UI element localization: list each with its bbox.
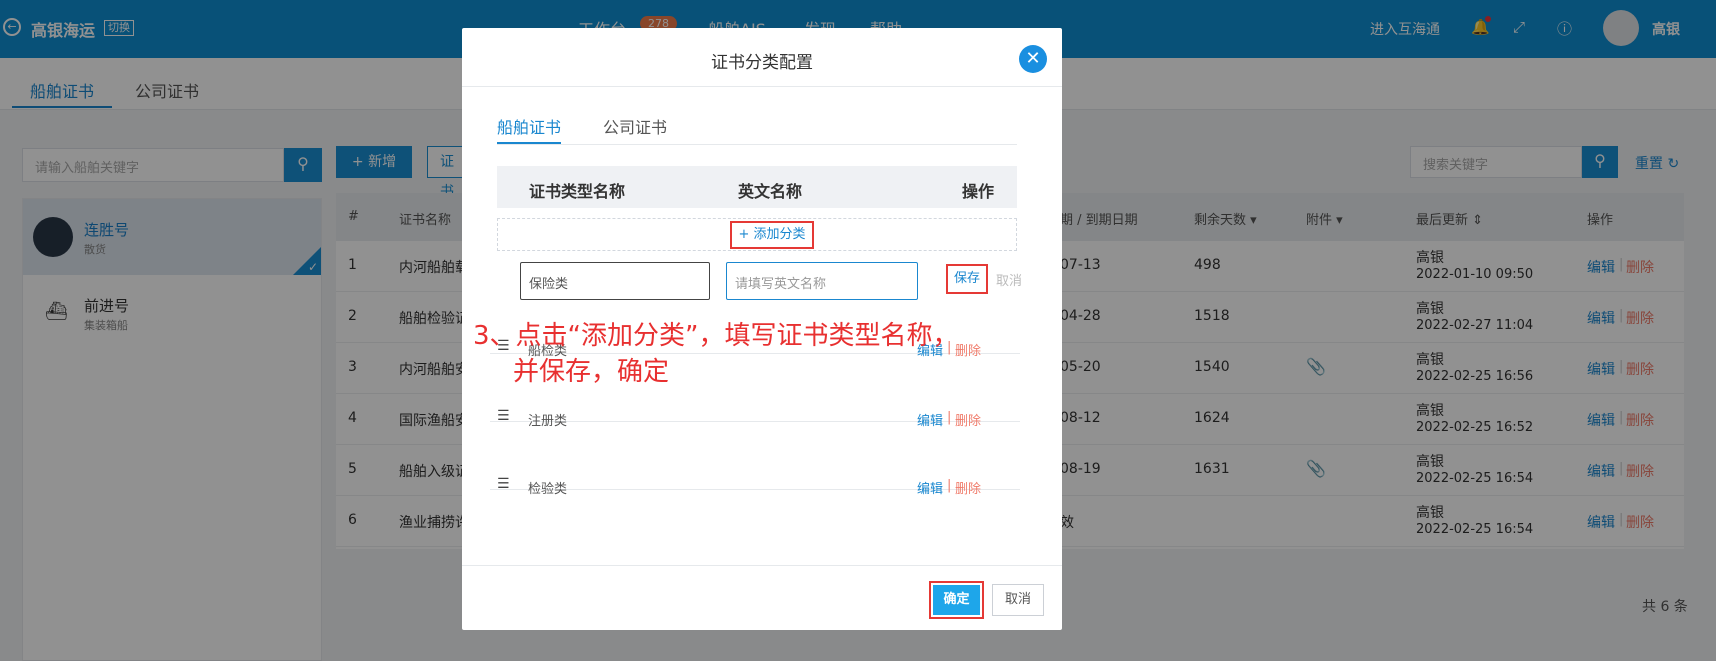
category-name: 检验类: [528, 482, 568, 497]
category-row: ☰ 检验类 编辑 | 删除: [490, 422, 1020, 497]
divider: [462, 86, 1062, 87]
active-tab-indicator: [497, 142, 561, 144]
modal-title: 证书分类配置: [711, 53, 813, 73]
tab-ship-cert[interactable]: 船舶证书: [497, 114, 561, 138]
delete-link[interactable]: 删除: [955, 478, 981, 497]
instruction-annotation: 3、点击“添加分类”，填写证书类型名称， 并保存，确定: [473, 318, 1033, 390]
col-type-name: 证书类型名称: [529, 182, 626, 201]
annotation-line-1: 3、点击“添加分类”，填写证书类型名称，: [473, 321, 959, 351]
cancel-button[interactable]: 取消: [992, 584, 1044, 616]
col-english-name: 英文名称: [738, 182, 803, 201]
add-category-button[interactable]: + 添加分类: [730, 221, 814, 249]
category-table-header: 证书类型名称 英文名称 操作: [497, 166, 1017, 208]
list-icon[interactable]: ☰: [497, 476, 510, 492]
col-actions: 操作: [962, 182, 995, 201]
confirm-label: 确定: [933, 585, 980, 615]
annotation-line-2: 并保存，确定: [513, 357, 670, 387]
separator: |: [947, 478, 952, 493]
close-icon[interactable]: ✕: [1019, 45, 1047, 73]
divider: [462, 565, 1062, 566]
edit-link[interactable]: 编辑: [917, 478, 943, 497]
confirm-button[interactable]: 确定: [929, 581, 984, 619]
tab-company-cert[interactable]: 公司证书: [603, 114, 667, 138]
divider: [497, 144, 1017, 145]
